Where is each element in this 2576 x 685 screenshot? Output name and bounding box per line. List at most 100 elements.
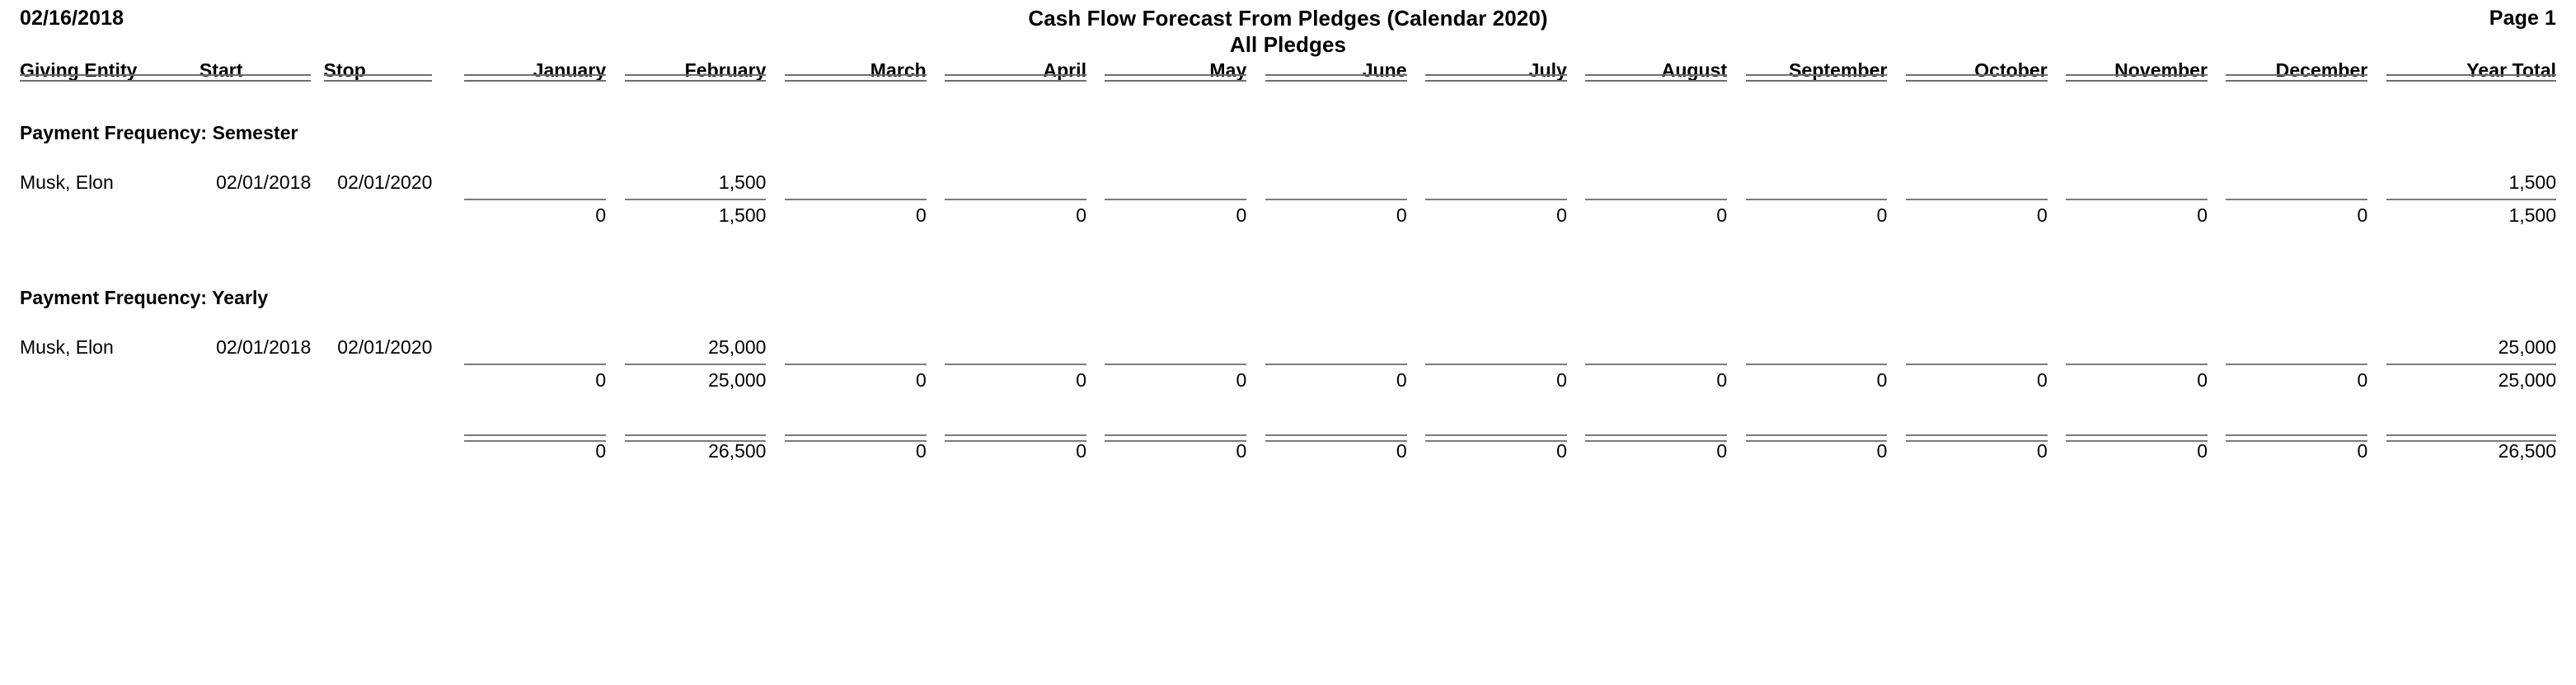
- row-december: [2226, 166, 2367, 199]
- column-header-giving-entity: Giving Entity: [20, 59, 199, 82]
- row-april: [945, 331, 1086, 364]
- grand-total-november: 0: [2066, 434, 2208, 467]
- column-header-january: January: [464, 59, 606, 82]
- row-july: [1425, 331, 1567, 364]
- grand-total-april: 0: [945, 434, 1086, 467]
- row-december: [2226, 331, 2367, 364]
- header-spacer: [20, 82, 2556, 110]
- group-gap: [20, 144, 2556, 166]
- row-november: [2066, 166, 2208, 199]
- column-header-march: March: [784, 59, 927, 82]
- subtotal-august: 0: [1585, 199, 1727, 232]
- group-gap: [20, 309, 2556, 331]
- subtotal-april: 0: [945, 364, 1086, 396]
- row-june: [1265, 331, 1407, 364]
- column-header-september: September: [1745, 59, 1888, 82]
- row-september: [1746, 331, 1888, 364]
- column-header-year-total: Year Total: [2386, 59, 2557, 82]
- subtotal-september: 0: [1745, 199, 1887, 232]
- row-june: [1265, 166, 1407, 199]
- row-entity: Musk, Elon: [20, 171, 114, 193]
- subtotal-march: 0: [784, 199, 927, 232]
- column-header-november: November: [2066, 59, 2208, 82]
- group-title-semester: Payment Frequency: Semester: [20, 122, 298, 143]
- subtotal-november: 0: [2066, 199, 2208, 232]
- grand-total-july: 0: [1424, 434, 1567, 467]
- column-header-may: May: [1105, 59, 1246, 82]
- subtotal-february: 1,500: [624, 199, 766, 232]
- grand-total-gap: [20, 396, 2556, 434]
- grand-total-june: 0: [1265, 434, 1407, 467]
- row-september: [1746, 166, 1888, 199]
- grand-total-august: 0: [1585, 434, 1727, 467]
- row-march: [785, 166, 927, 199]
- report-title-block: Cash Flow Forecast From Pledges (Calenda…: [20, 5, 2556, 58]
- subtotal-may: 0: [1105, 364, 1246, 396]
- section-gap: [20, 232, 2556, 274]
- row-april: [945, 166, 1086, 199]
- subtotal-row: 0 25,000 0 0 0 0 0 0 0 0 0 0 25,000: [20, 364, 2557, 396]
- subtotal-december: 0: [2226, 364, 2367, 396]
- row-stop: 02/01/2020: [337, 171, 433, 193]
- grand-total-march: 0: [784, 434, 927, 467]
- row-may: [1105, 166, 1246, 199]
- column-header-july: July: [1424, 59, 1567, 82]
- subtotal-october: 0: [1905, 364, 2048, 396]
- grand-total-december: 0: [2226, 434, 2367, 467]
- subtotal-march: 0: [784, 364, 927, 396]
- grand-total-september: 0: [1745, 434, 1887, 467]
- table-row: Musk, Elon 02/01/2018 02/01/2020 1,500 1…: [20, 166, 2556, 199]
- subtotal-june: 0: [1265, 199, 1407, 232]
- column-header-october: October: [1905, 59, 2048, 82]
- row-start: 02/01/2018: [216, 171, 312, 193]
- header-row: Giving Entity Start Stop January Februar…: [20, 59, 2557, 82]
- grand-total-february: 26,500: [624, 434, 766, 467]
- group-header-row: Payment Frequency: Semester: [20, 110, 2556, 144]
- row-january: [464, 331, 606, 364]
- subtotal-year-total: 1,500: [2386, 199, 2557, 232]
- subtotal-december: 0: [2226, 199, 2367, 232]
- row-year-total: 1,500: [2508, 171, 2556, 193]
- group-title-yearly: Payment Frequency: Yearly: [20, 287, 269, 308]
- table-body: Payment Frequency: Semester Musk, Elon 0…: [20, 82, 2557, 467]
- grand-total-row: 0 26,500 0 0 0 0 0 0 0 0 0 0 26,500: [20, 434, 2557, 467]
- row-october: [1906, 331, 2048, 364]
- column-header-stop: Stop: [323, 59, 433, 82]
- row-start: 02/01/2018: [216, 336, 312, 358]
- report-header: 02/16/2018 Cash Flow Forecast From Pledg…: [20, 0, 2556, 59]
- row-year-total: 25,000: [2498, 336, 2556, 358]
- subtotal-february: 25,000: [624, 364, 766, 396]
- subtotal-year-total: 25,000: [2386, 364, 2557, 396]
- page-title: Cash Flow Forecast From Pledges (Calenda…: [1028, 6, 1548, 30]
- subtotal-september: 0: [1745, 364, 1887, 396]
- column-header-august: August: [1585, 59, 1727, 82]
- table-row: Musk, Elon 02/01/2018 02/01/2020 25,000: [20, 331, 2556, 364]
- row-january: [464, 166, 606, 199]
- subtotal-july: 0: [1424, 364, 1567, 396]
- page-number: Page 1: [2489, 7, 2556, 30]
- subtotal-november: 0: [2066, 364, 2208, 396]
- grand-total-may: 0: [1105, 434, 1246, 467]
- grand-total-january: 0: [464, 434, 606, 467]
- grand-total-year-total: 26,500: [2386, 434, 2557, 467]
- row-february: 1,500: [718, 171, 767, 193]
- row-november: [2066, 331, 2208, 364]
- subtotal-row: 0 1,500 0 0 0 0 0 0 0 0 0 0 1,500: [20, 199, 2557, 232]
- subtotal-january: 0: [464, 364, 606, 396]
- column-header-february: February: [624, 59, 767, 82]
- row-march: [785, 331, 927, 364]
- row-august: [1585, 166, 1727, 199]
- column-header-start: Start: [199, 59, 312, 82]
- grand-total-october: 0: [1905, 434, 2048, 467]
- subtotal-july: 0: [1424, 199, 1567, 232]
- row-entity: Musk, Elon: [20, 336, 114, 358]
- subtotal-october: 0: [1905, 199, 2048, 232]
- row-february: 25,000: [708, 336, 767, 358]
- row-may: [1105, 331, 1246, 364]
- row-august: [1585, 331, 1727, 364]
- row-stop: 02/01/2020: [337, 336, 433, 358]
- report-page: 02/16/2018 Cash Flow Forecast From Pledg…: [0, 0, 2576, 685]
- subtotal-april: 0: [945, 199, 1086, 232]
- column-header-june: June: [1265, 59, 1407, 82]
- page-subtitle: All Pledges: [1229, 32, 1347, 57]
